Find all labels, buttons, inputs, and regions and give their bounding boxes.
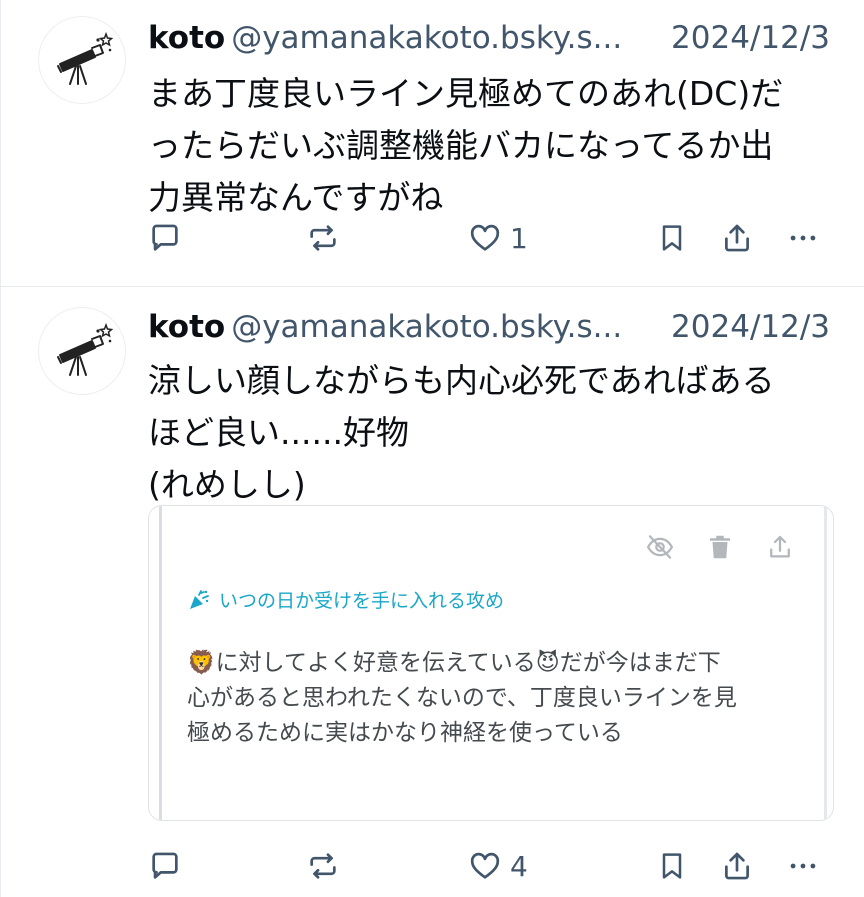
post-date[interactable]: 2024/12/3: [665, 16, 830, 60]
repost-button[interactable]: [306, 846, 340, 886]
post-2[interactable]: koto @yamanakakoto.bsky.s... 2024/12/3 涼し…: [0, 287, 864, 897]
post-text: まあ丁度良いライン見極めてのあれ(DC)だ ったらだいぶ調整機能バカになってるか…: [148, 74, 784, 217]
post-actions: 1: [148, 218, 838, 258]
like-count: 4: [510, 849, 528, 883]
author-name[interactable]: koto: [148, 20, 225, 56]
like-button[interactable]: 1: [468, 218, 528, 258]
bookmark-icon: [662, 225, 682, 251]
bookmark-button[interactable]: [656, 846, 688, 886]
telescope-icon: [57, 31, 114, 85]
avatar[interactable]: [38, 16, 126, 104]
more-icon: [790, 863, 816, 869]
post-header: koto @yamanakakoto.bsky.s... 2024/12/3: [148, 16, 864, 60]
share-icon: [725, 224, 749, 252]
bookmark-icon: [662, 853, 682, 879]
author-handle[interactable]: @yamanakakoto.bsky.s...: [231, 309, 622, 345]
reply-button[interactable]: [148, 218, 182, 258]
reply-icon: [152, 224, 178, 251]
heart-icon: [470, 852, 500, 879]
more-options-button[interactable]: [786, 218, 820, 258]
avatar[interactable]: [38, 307, 126, 395]
like-button[interactable]: 4: [468, 846, 528, 886]
author-name[interactable]: koto: [148, 309, 225, 345]
more-options-button[interactable]: [786, 846, 820, 886]
embedded-image[interactable]: いつの日か受けを手に入れる攻め 🦁に対してよく好意を伝えている😈だが今はまだ下 …: [148, 505, 834, 821]
trash-icon: [705, 532, 735, 562]
eye-off-icon: [645, 532, 675, 562]
post-date[interactable]: 2024/12/3: [665, 305, 830, 349]
post-actions: 4: [148, 846, 838, 886]
telescope-icon: [57, 322, 114, 376]
post-text: 涼しい顔しながらも内心必死であればある ほど良い......好物 (れめしし): [148, 361, 775, 504]
repost-icon: [310, 853, 336, 879]
heart-icon: [470, 224, 500, 251]
post-1[interactable]: koto @yamanakakoto.bsky.s... 2024/12/3 まあ…: [0, 0, 864, 287]
party-popper-icon: [190, 589, 209, 609]
embed-subtitle: いつの日か受けを手に入れる攻め: [187, 586, 504, 613]
reply-button[interactable]: [148, 846, 182, 886]
share-icon: [725, 852, 749, 880]
repost-icon: [310, 225, 336, 251]
bookmark-button[interactable]: [656, 218, 688, 258]
author-handle[interactable]: @yamanakakoto.bsky.s...: [231, 20, 622, 56]
share-button[interactable]: [720, 218, 754, 258]
like-count: 1: [510, 221, 528, 255]
share-icon: [765, 532, 795, 562]
embed-toolbar: [645, 532, 795, 562]
share-button[interactable]: [720, 846, 754, 886]
embed-left-edge: [159, 506, 162, 820]
more-icon: [790, 235, 816, 241]
embed-text: 🦁に対してよく好意を伝えている😈だが今はまだ下 心があると思われたくないので、丁…: [187, 650, 737, 746]
embed-subtitle-text: いつの日か受けを手に入れる攻め: [219, 590, 505, 612]
repost-button[interactable]: [306, 218, 340, 258]
reply-icon: [152, 852, 178, 879]
embed-right-edge: [824, 506, 827, 820]
post-header: koto @yamanakakoto.bsky.s... 2024/12/3: [148, 305, 864, 349]
